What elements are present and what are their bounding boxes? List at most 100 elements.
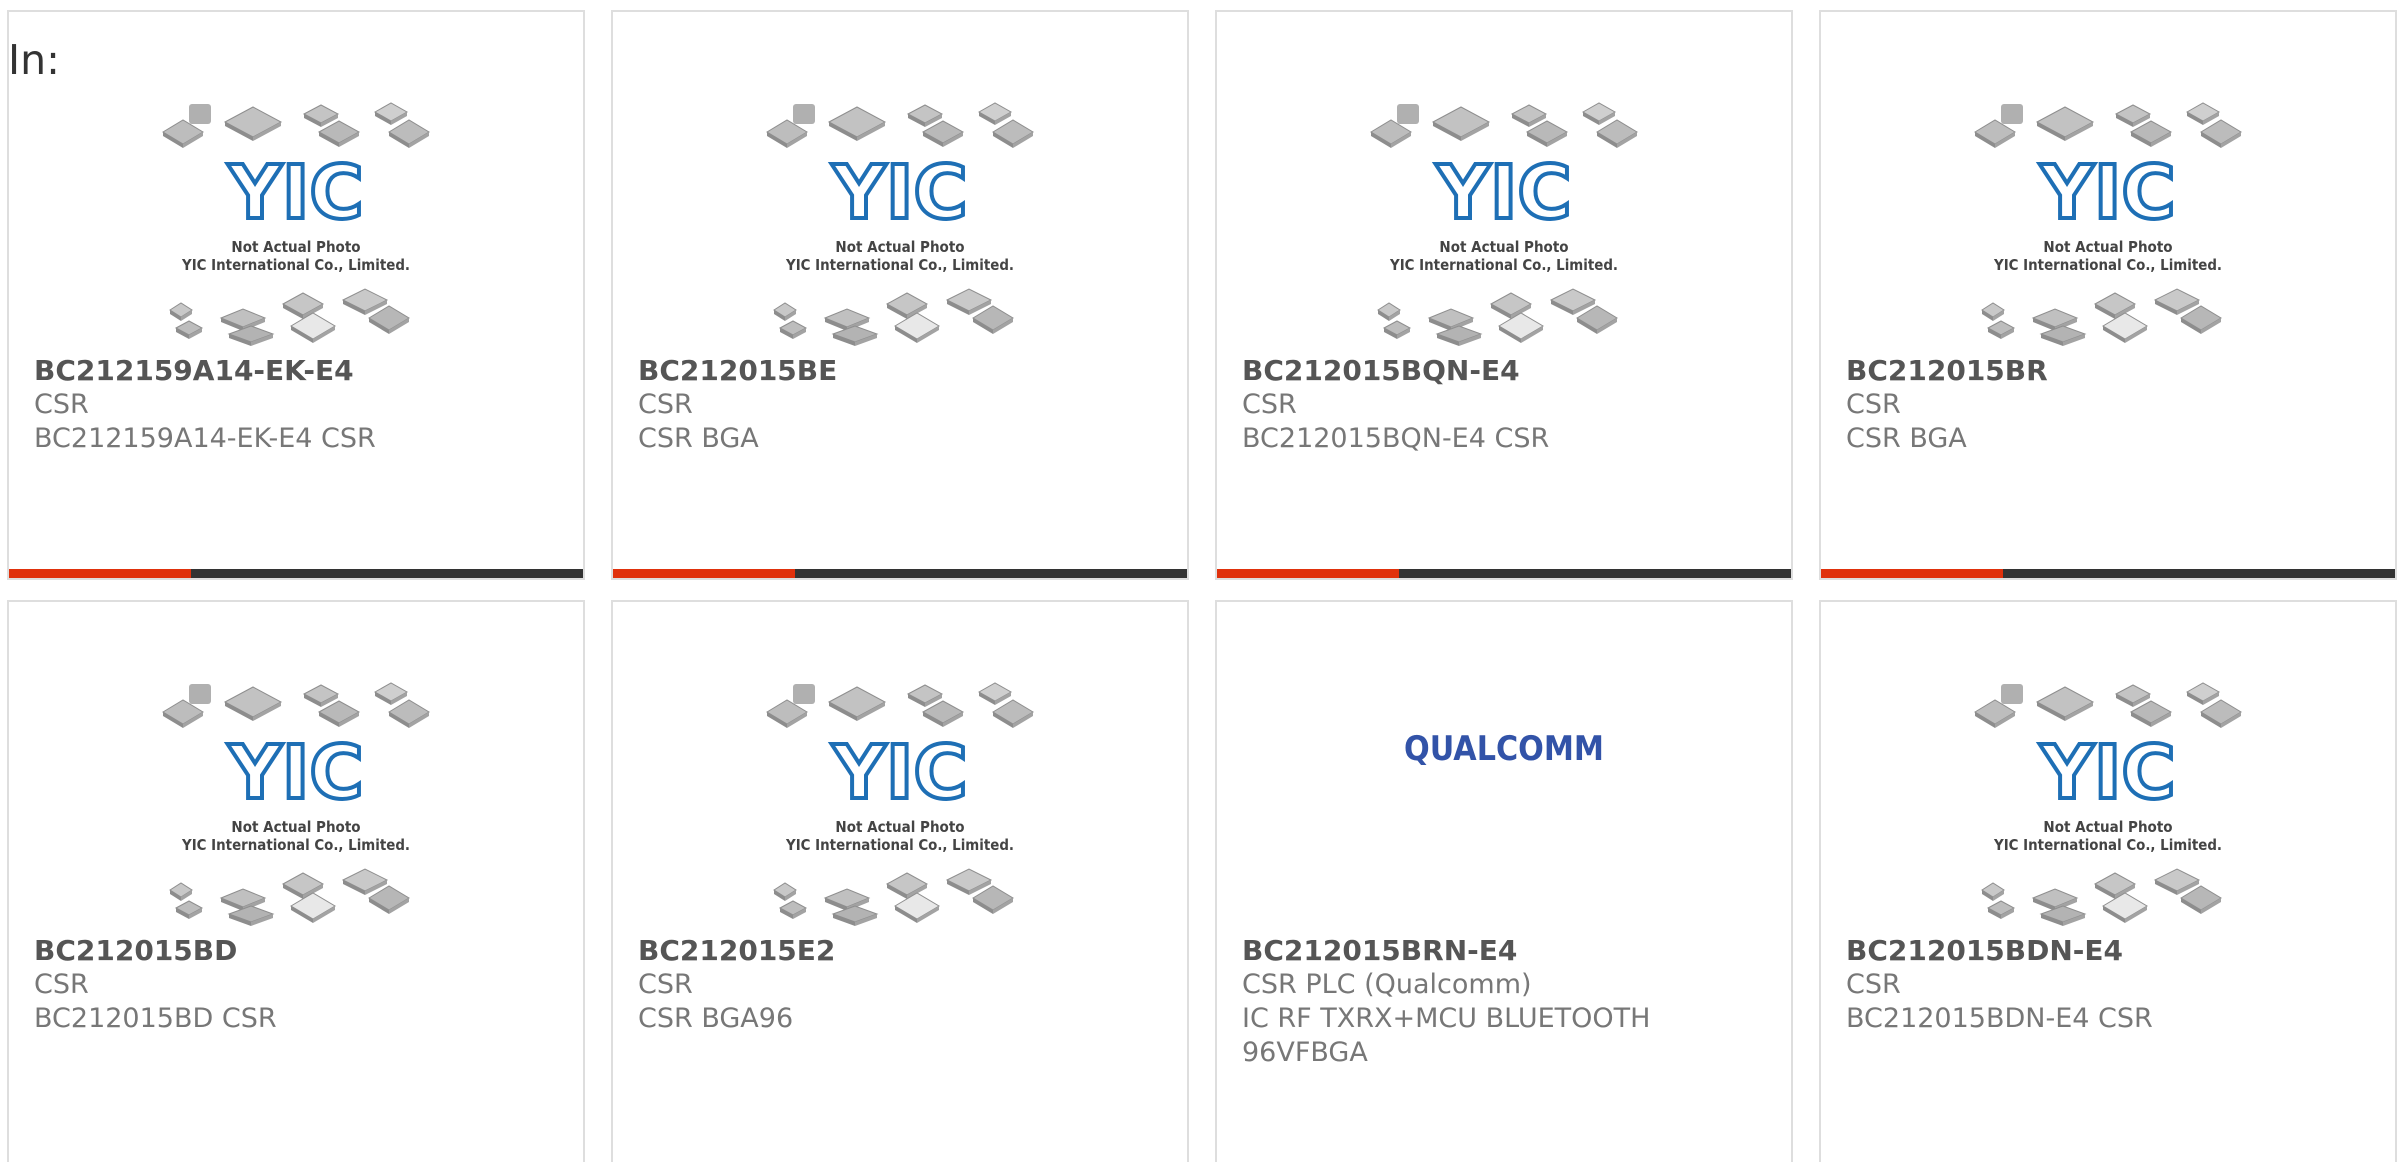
- chip-icon: [2102, 892, 2148, 923]
- description: CSR BGA: [638, 423, 759, 454]
- not-actual-photo-caption: Not Actual Photo: [835, 238, 964, 256]
- description: BC212015BD CSR: [34, 1003, 277, 1034]
- chip-icon: [368, 305, 410, 334]
- chip-icon: [977, 682, 1013, 705]
- manufacturer: CSR: [34, 969, 89, 1000]
- company-caption: YIC International Co., Limited.: [181, 836, 410, 854]
- product-card[interactable]: YIC Not Actual Photo YIC International Co.…: [1819, 10, 2397, 580]
- card-bottom-bar: [613, 569, 1187, 578]
- chip-icon: [162, 699, 204, 728]
- chip-icon: [1986, 320, 2016, 339]
- chip-icon: [921, 120, 965, 147]
- chip-icon: [823, 888, 871, 911]
- yic-logo: YIC: [227, 150, 363, 236]
- chip-icon: [2031, 308, 2079, 331]
- yic-placeholder-image: YIC Not Actual PhotoYIC International Co.…: [1974, 102, 2242, 346]
- product-photo[interactable]: YIC Not Actual Photo YIC International Co.…: [1821, 100, 2395, 350]
- chip-icon: [189, 104, 211, 124]
- chip-icon: [766, 119, 808, 148]
- manufacturer: CSR: [1242, 389, 1297, 420]
- product-card[interactable]: QUALCOMM BC212015BRN-E4 CSR PLC (Qualcom…: [1215, 600, 1793, 1162]
- chip-icon: [906, 104, 944, 127]
- card-accent-bar: [1821, 569, 2003, 578]
- chip-icon: [1427, 308, 1475, 331]
- card-bottom-bar: [1821, 569, 2395, 578]
- yic-logo: YIC: [831, 150, 967, 236]
- product-card[interactable]: YIC Not Actual Photo YIC International Co.…: [7, 600, 585, 1162]
- yic-logo: YIC: [831, 730, 967, 816]
- product-card[interactable]: YIC Not Actual Photo YIC International Co.…: [1819, 600, 2397, 1162]
- chip-icon: [290, 892, 336, 923]
- chip-icon: [2001, 684, 2023, 704]
- manufacturer: CSR PLC (Qualcomm): [1242, 969, 1532, 1000]
- chip-icon: [793, 104, 815, 124]
- chip-icon: [2180, 885, 2222, 914]
- chip-icon: [1576, 305, 1618, 334]
- yic-placeholder-image: YIC Not Actual PhotoYIC International Co.…: [766, 682, 1034, 926]
- product-info: BC212015BRN-E4 CSR PLC (Qualcomm) IC RF …: [1242, 934, 1771, 1070]
- product-photo[interactable]: YIC Not Actual Photo YIC International Co.…: [9, 100, 583, 350]
- product-photo[interactable]: QUALCOMM: [1217, 680, 1791, 930]
- not-actual-photo-caption: Not Actual Photo: [231, 818, 360, 836]
- card-bottom-bar: [9, 569, 583, 578]
- product-photo[interactable]: YIC Not Actual Photo YIC International Co.…: [613, 680, 1187, 930]
- part-number-link[interactable]: BC212015BDN-E4: [1846, 934, 2375, 968]
- chip-icon: [174, 320, 204, 339]
- part-number-link[interactable]: BC212015BE: [638, 354, 1167, 388]
- not-actual-photo-caption: Not Actual Photo: [231, 238, 360, 256]
- chip-icon: [1974, 699, 2016, 728]
- part-number-link[interactable]: BC212159A14-EK-E4: [34, 354, 563, 388]
- company-caption: YIC International Co., Limited.: [1389, 256, 1618, 274]
- manufacturer: CSR: [1846, 969, 1901, 1000]
- chip-icon: [831, 325, 879, 346]
- chip-icon: [2114, 104, 2152, 127]
- product-photo[interactable]: YIC Not Actual Photo YIC International Co.…: [1821, 680, 2395, 930]
- product-photo[interactable]: YIC Not Actual Photo YIC International Co.…: [1217, 100, 1791, 350]
- not-actual-photo-caption: Not Actual Photo: [2043, 818, 2172, 836]
- chip-icon: [1986, 900, 2016, 919]
- part-number-link[interactable]: BC212015BD: [34, 934, 563, 968]
- in-label: In:: [8, 36, 60, 84]
- product-info: BC212015BQN-E4 CSR BC212015BQN-E4 CSR: [1242, 354, 1771, 456]
- product-card[interactable]: YIC Not Actual Photo YIC International Co.…: [611, 10, 1189, 580]
- chip-icon: [189, 684, 211, 704]
- chip-icon: [2039, 905, 2087, 926]
- not-actual-photo-caption: Not Actual Photo: [835, 818, 964, 836]
- chip-icon: [2200, 119, 2242, 148]
- product-card[interactable]: YIC Not Actual Photo YIC International Co.…: [611, 600, 1189, 1162]
- chip-icon: [1581, 102, 1617, 125]
- chip-icon: [827, 686, 887, 721]
- product-photo[interactable]: YIC Not Actual Photo YIC International Co.…: [9, 680, 583, 930]
- yic-placeholder-image: YIC Not Actual PhotoYIC International Co.…: [766, 102, 1034, 346]
- chip-icon: [906, 684, 944, 707]
- manufacturer: CSR: [638, 969, 693, 1000]
- chip-icon: [2180, 305, 2222, 334]
- chip-icon: [778, 320, 808, 339]
- part-number-link[interactable]: BC212015BQN-E4: [1242, 354, 1771, 388]
- product-info: BC212015BR CSR CSR BGA: [1846, 354, 2375, 456]
- chip-icon: [2035, 686, 2095, 721]
- part-number-link[interactable]: BC212015BRN-E4: [1242, 934, 1771, 968]
- product-card[interactable]: YIC Not Actual Photo YIC International Co.…: [7, 10, 585, 580]
- chip-icon: [894, 312, 940, 343]
- yic-logo: YIC: [1435, 150, 1571, 236]
- chip-icon: [1377, 302, 1401, 321]
- chip-icon: [373, 102, 409, 125]
- chip-icon: [223, 686, 283, 721]
- company-caption: YIC International Co., Limited.: [785, 836, 1014, 854]
- card-accent-bar: [1217, 569, 1399, 578]
- chip-icon: [174, 900, 204, 919]
- product-photo[interactable]: YIC Not Actual Photo YIC International Co.…: [613, 100, 1187, 350]
- chip-icon: [388, 119, 430, 148]
- chip-icon: [2185, 102, 2221, 125]
- part-number-link[interactable]: BC212015BR: [1846, 354, 2375, 388]
- yic-logo: YIC: [227, 730, 363, 816]
- card-accent-bar: [613, 569, 795, 578]
- part-number-link[interactable]: BC212015E2: [638, 934, 1167, 968]
- chip-icon: [1510, 104, 1548, 127]
- card-accent-bar: [9, 569, 191, 578]
- chip-icon: [773, 882, 797, 901]
- chip-icon: [2001, 104, 2023, 124]
- chip-icon: [1974, 119, 2016, 148]
- product-card[interactable]: YIC Not Actual Photo YIC International Co.…: [1215, 10, 1793, 580]
